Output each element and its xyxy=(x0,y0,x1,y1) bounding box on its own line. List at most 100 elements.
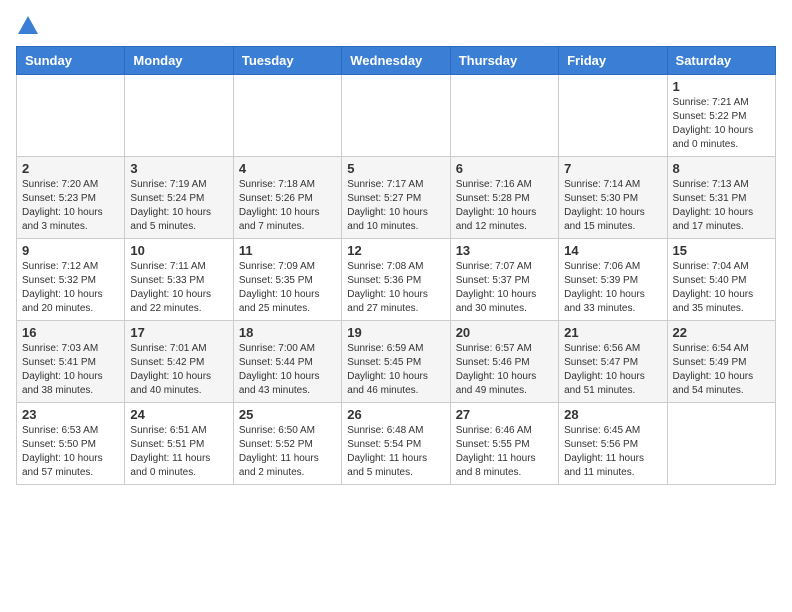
day-number: 19 xyxy=(347,325,444,340)
calendar-week-row: 1 Sunrise: 7:21 AM Sunset: 5:22 PM Daylig… xyxy=(17,75,776,157)
day-number: 11 xyxy=(239,243,336,258)
calendar-cell xyxy=(667,403,775,485)
calendar-cell: 5 Sunrise: 7:17 AM Sunset: 5:27 PM Daylig… xyxy=(342,157,450,239)
calendar-cell: 27 Sunrise: 6:46 AM Sunset: 5:55 PM Dayli… xyxy=(450,403,558,485)
logo xyxy=(16,16,38,38)
calendar-cell xyxy=(559,75,667,157)
day-info-text: Sunrise: 7:09 AM Sunset: 5:35 PM Dayligh… xyxy=(239,260,336,316)
day-info-text: Sunrise: 7:11 AM Sunset: 5:33 PM Dayligh… xyxy=(130,260,227,316)
day-info-text: Sunrise: 7:12 AM Sunset: 5:32 PM Dayligh… xyxy=(22,260,119,316)
day-info-text: Sunrise: 6:46 AM Sunset: 5:55 PM Dayligh… xyxy=(456,424,553,480)
day-info-text: Sunrise: 7:07 AM Sunset: 5:37 PM Dayligh… xyxy=(456,260,553,316)
day-info-text: Sunrise: 7:16 AM Sunset: 5:28 PM Dayligh… xyxy=(456,178,553,234)
calendar-cell: 17 Sunrise: 7:01 AM Sunset: 5:42 PM Dayli… xyxy=(125,321,233,403)
calendar-cell: 26 Sunrise: 6:48 AM Sunset: 5:54 PM Dayli… xyxy=(342,403,450,485)
calendar-header-wednesday: Wednesday xyxy=(342,47,450,75)
day-info-text: Sunrise: 6:54 AM Sunset: 5:49 PM Dayligh… xyxy=(673,342,770,398)
calendar-header-saturday: Saturday xyxy=(667,47,775,75)
calendar-week-row: 9 Sunrise: 7:12 AM Sunset: 5:32 PM Daylig… xyxy=(17,239,776,321)
day-number: 14 xyxy=(564,243,661,258)
day-info-text: Sunrise: 7:00 AM Sunset: 5:44 PM Dayligh… xyxy=(239,342,336,398)
calendar-cell: 20 Sunrise: 6:57 AM Sunset: 5:46 PM Dayli… xyxy=(450,321,558,403)
day-number: 23 xyxy=(22,407,119,422)
calendar-cell: 15Sunrise: 7:04 AM Sunset: 5:40 PM Dayli… xyxy=(667,239,775,321)
calendar-cell: 19 Sunrise: 6:59 AM Sunset: 5:45 PM Dayli… xyxy=(342,321,450,403)
calendar-cell xyxy=(233,75,341,157)
day-info-text: Sunrise: 7:14 AM Sunset: 5:30 PM Dayligh… xyxy=(564,178,661,234)
day-number: 20 xyxy=(456,325,553,340)
calendar-cell: 11 Sunrise: 7:09 AM Sunset: 5:35 PM Dayli… xyxy=(233,239,341,321)
calendar-cell: 22 Sunrise: 6:54 AM Sunset: 5:49 PM Dayli… xyxy=(667,321,775,403)
day-info-text: Sunrise: 6:45 AM Sunset: 5:56 PM Dayligh… xyxy=(564,424,661,480)
calendar-week-row: 23Sunrise: 6:53 AM Sunset: 5:50 PM Dayli… xyxy=(17,403,776,485)
calendar-cell: 13 Sunrise: 7:07 AM Sunset: 5:37 PM Dayli… xyxy=(450,239,558,321)
day-number: 3 xyxy=(130,161,227,176)
calendar-header-thursday: Thursday xyxy=(450,47,558,75)
day-number: 4 xyxy=(239,161,336,176)
day-info-text: Sunrise: 6:57 AM Sunset: 5:46 PM Dayligh… xyxy=(456,342,553,398)
day-number: 13 xyxy=(456,243,553,258)
day-info-text: Sunrise: 7:08 AM Sunset: 5:36 PM Dayligh… xyxy=(347,260,444,316)
day-number: 17 xyxy=(130,325,227,340)
calendar-header-row: SundayMondayTuesdayWednesdayThursdayFrid… xyxy=(17,47,776,75)
day-info-text: Sunrise: 7:21 AM Sunset: 5:22 PM Dayligh… xyxy=(673,96,770,152)
day-number: 22 xyxy=(673,325,770,340)
calendar-week-row: 2 Sunrise: 7:20 AM Sunset: 5:23 PM Daylig… xyxy=(17,157,776,239)
day-number: 10 xyxy=(130,243,227,258)
calendar-cell: 1 Sunrise: 7:21 AM Sunset: 5:22 PM Daylig… xyxy=(667,75,775,157)
day-number: 7 xyxy=(564,161,661,176)
day-number: 21 xyxy=(564,325,661,340)
day-number: 24 xyxy=(130,407,227,422)
day-info-text: Sunrise: 6:56 AM Sunset: 5:47 PM Dayligh… xyxy=(564,342,661,398)
day-number: 26 xyxy=(347,407,444,422)
calendar-cell xyxy=(342,75,450,157)
day-number: 9 xyxy=(22,243,119,258)
day-info-text: Sunrise: 7:13 AM Sunset: 5:31 PM Dayligh… xyxy=(673,178,770,234)
day-number: 28 xyxy=(564,407,661,422)
calendar-cell: 23Sunrise: 6:53 AM Sunset: 5:50 PM Dayli… xyxy=(17,403,125,485)
calendar-cell xyxy=(17,75,125,157)
calendar-cell: 9 Sunrise: 7:12 AM Sunset: 5:32 PM Daylig… xyxy=(17,239,125,321)
calendar-cell: 18 Sunrise: 7:00 AM Sunset: 5:44 PM Dayli… xyxy=(233,321,341,403)
day-info-text: Sunrise: 6:48 AM Sunset: 5:54 PM Dayligh… xyxy=(347,424,444,480)
calendar-week-row: 16 Sunrise: 7:03 AM Sunset: 5:41 PM Dayli… xyxy=(17,321,776,403)
calendar-cell: 7 Sunrise: 7:14 AM Sunset: 5:30 PM Daylig… xyxy=(559,157,667,239)
day-number: 1 xyxy=(673,79,770,94)
day-info-text: Sunrise: 7:01 AM Sunset: 5:42 PM Dayligh… xyxy=(130,342,227,398)
day-number: 8 xyxy=(673,161,770,176)
day-number: 15 xyxy=(673,243,770,258)
day-number: 6 xyxy=(456,161,553,176)
day-info-text: Sunrise: 7:06 AM Sunset: 5:39 PM Dayligh… xyxy=(564,260,661,316)
day-number: 25 xyxy=(239,407,336,422)
calendar-cell: 25 Sunrise: 6:50 AM Sunset: 5:52 PM Dayli… xyxy=(233,403,341,485)
calendar-cell: 3 Sunrise: 7:19 AM Sunset: 5:24 PM Daylig… xyxy=(125,157,233,239)
day-info-text: Sunrise: 6:50 AM Sunset: 5:52 PM Dayligh… xyxy=(239,424,336,480)
day-info-text: Sunrise: 6:59 AM Sunset: 5:45 PM Dayligh… xyxy=(347,342,444,398)
day-number: 27 xyxy=(456,407,553,422)
day-info-text: Sunrise: 7:20 AM Sunset: 5:23 PM Dayligh… xyxy=(22,178,119,234)
calendar-header-monday: Monday xyxy=(125,47,233,75)
calendar-cell: 12 Sunrise: 7:08 AM Sunset: 5:36 PM Dayli… xyxy=(342,239,450,321)
day-info-text: Sunrise: 7:03 AM Sunset: 5:41 PM Dayligh… xyxy=(22,342,119,398)
calendar-cell: 4Sunrise: 7:18 AM Sunset: 5:26 PM Daylig… xyxy=(233,157,341,239)
calendar-cell xyxy=(125,75,233,157)
day-number: 18 xyxy=(239,325,336,340)
calendar-cell: 10 Sunrise: 7:11 AM Sunset: 5:33 PM Dayli… xyxy=(125,239,233,321)
day-info-text: Sunrise: 6:51 AM Sunset: 5:51 PM Dayligh… xyxy=(130,424,227,480)
calendar-cell: 2 Sunrise: 7:20 AM Sunset: 5:23 PM Daylig… xyxy=(17,157,125,239)
day-info-text: Sunrise: 7:17 AM Sunset: 5:27 PM Dayligh… xyxy=(347,178,444,234)
calendar-table: SundayMondayTuesdayWednesdayThursdayFrid… xyxy=(16,46,776,485)
calendar-header-sunday: Sunday xyxy=(17,47,125,75)
calendar-cell: 8 Sunrise: 7:13 AM Sunset: 5:31 PM Daylig… xyxy=(667,157,775,239)
day-info-text: Sunrise: 7:19 AM Sunset: 5:24 PM Dayligh… xyxy=(130,178,227,234)
day-number: 2 xyxy=(22,161,119,176)
calendar-header-tuesday: Tuesday xyxy=(233,47,341,75)
calendar-cell: 24 Sunrise: 6:51 AM Sunset: 5:51 PM Dayli… xyxy=(125,403,233,485)
calendar-cell: 16 Sunrise: 7:03 AM Sunset: 5:41 PM Dayli… xyxy=(17,321,125,403)
day-number: 5 xyxy=(347,161,444,176)
logo-triangle-icon xyxy=(18,16,38,34)
day-number: 12 xyxy=(347,243,444,258)
calendar-cell: 14 Sunrise: 7:06 AM Sunset: 5:39 PM Dayli… xyxy=(559,239,667,321)
calendar-cell: 6 Sunrise: 7:16 AM Sunset: 5:28 PM Daylig… xyxy=(450,157,558,239)
day-number: 16 xyxy=(22,325,119,340)
